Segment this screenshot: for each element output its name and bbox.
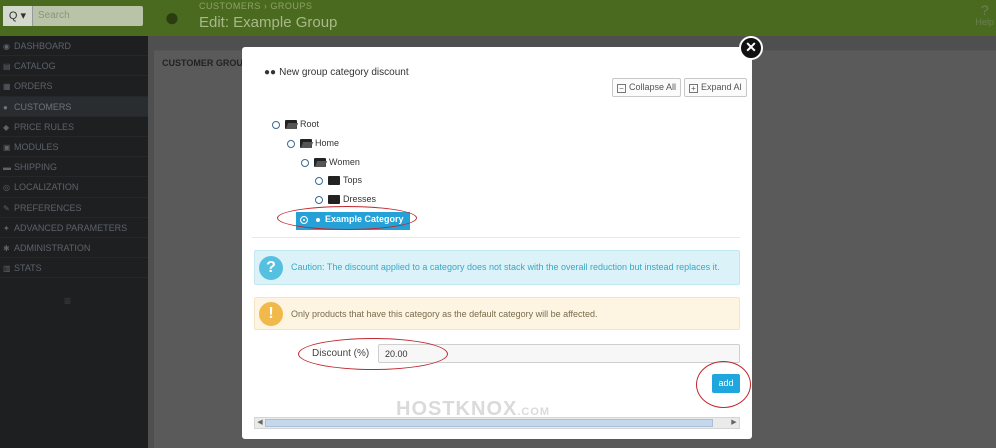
tree-node-label: Dresses <box>343 194 377 204</box>
tree-node-label: Home <box>315 138 340 148</box>
horizontal-scrollbar[interactable]: ◀ ▶ <box>254 417 740 429</box>
tree-node-label: Example Category <box>325 214 404 224</box>
folder-open-icon <box>285 120 297 130</box>
folder-icon <box>328 176 340 186</box>
sidebar-item-label: LOCALIZATION <box>14 182 79 193</box>
tree-node-dresses[interactable]: Dresses <box>315 194 376 210</box>
advanced-parameters-icon: ✦ <box>3 223 10 233</box>
expand-all-label: Expand Al <box>701 82 742 92</box>
tree-node-home[interactable]: Home <box>287 138 339 154</box>
breadcrumb[interactable]: CUSTOMERS › GROUPS <box>199 1 312 11</box>
radio-root[interactable] <box>272 120 280 129</box>
scroll-right-icon[interactable]: ▶ <box>729 418 739 428</box>
sidebar-item-label: DASHBOARD <box>14 41 72 51</box>
sidebar-item-label: STATS <box>14 263 42 274</box>
sidebar-item-orders[interactable]: ▦ ORDERS <box>0 76 148 97</box>
help-icon: ? <box>980 2 989 18</box>
sidebar-item-advanced-parameters[interactable]: ✦ ADVANCED PARAMETERS <box>0 218 148 238</box>
page-title: Edit: Example Group <box>199 14 338 31</box>
sidebar-item-catalog[interactable]: ▤ CATALOG <box>0 56 148 77</box>
sidebar-item-modules[interactable]: ▣ MODULES <box>0 137 148 158</box>
scroll-thumb[interactable] <box>265 419 713 427</box>
collapse-icon: − <box>617 84 626 93</box>
radio-home[interactable] <box>287 139 295 148</box>
exclamation-icon: ! <box>259 302 283 326</box>
tree-node-women[interactable]: Women <box>301 157 360 173</box>
sidebar-item-label: PREFERENCES <box>14 202 82 213</box>
radio-tops[interactable] <box>315 176 323 185</box>
sidebar-item-administration[interactable]: ✱ ADMINISTRATION <box>0 238 148 259</box>
help-label: Help <box>975 17 994 27</box>
scroll-left-icon[interactable]: ◀ <box>255 418 265 428</box>
info-alert: ? Caution: The discount applied to a cat… <box>254 250 740 285</box>
sidebar-item-stats[interactable]: ▥ STATS <box>0 258 148 279</box>
category-tree: Root Home Women Tops Dresses Example Cat… <box>252 102 740 238</box>
selected-dot-icon <box>316 217 320 222</box>
tree-node-example-category[interactable]: Example Category <box>296 212 410 230</box>
sidebar: ◉ DASHBOARD ▤ CATALOG ▦ ORDERS ● CUSTOMERS ◆… <box>0 36 148 448</box>
category-discount-modal: ●● New group category discount − Collapse … <box>242 47 752 439</box>
radio-women[interactable] <box>301 158 309 167</box>
sidebar-item-preferences[interactable]: ✎ PREFERENCES <box>0 198 148 218</box>
expand-icon: + <box>689 84 698 93</box>
customers-group-icon: ● <box>164 2 180 32</box>
sidebar-item-localization[interactable]: ◎ LOCALIZATION <box>0 177 148 198</box>
sidebar-item-price-rules[interactable]: ◆ PRICE RULES <box>0 117 148 137</box>
sidebar-item-label: ADMINISTRATION <box>14 242 91 253</box>
modal-title: ●● New group category discount <box>264 67 409 78</box>
folder-open-icon <box>300 139 312 149</box>
shipping-icon: ▬ <box>3 163 11 173</box>
radio-dresses[interactable] <box>315 195 323 204</box>
tree-node-label: Women <box>329 157 360 167</box>
sidebar-item-dashboard[interactable]: ◉ DASHBOARD <box>0 36 148 57</box>
tree-node-tops[interactable]: Tops <box>315 175 362 191</box>
warning-alert: ! Only products that have this category … <box>254 297 740 330</box>
warning-alert-text: Only products that have this category as… <box>291 309 598 319</box>
collapse-all-button[interactable]: − Collapse All <box>612 78 682 97</box>
expand-all-button[interactable]: + Expand Al <box>684 78 747 97</box>
sidebar-item-label: MODULES <box>14 141 59 152</box>
discount-input[interactable] <box>378 344 740 363</box>
sidebar-item-customers[interactable]: ● CUSTOMERS <box>0 96 148 117</box>
sidebar-item-label: SHIPPING <box>14 162 58 173</box>
add-button[interactable]: add <box>712 374 740 393</box>
modal-title-text: New group category discount <box>279 67 409 78</box>
price-rules-icon: ◆ <box>3 122 10 132</box>
sidebar-collapse-icon[interactable]: ≡ <box>64 294 71 308</box>
close-modal-button[interactable]: ✕ <box>739 36 763 60</box>
help-link[interactable]: ? Help <box>975 3 994 27</box>
modules-icon: ▣ <box>3 142 11 152</box>
catalog-icon: ▤ <box>3 62 11 72</box>
search-input[interactable]: Search <box>38 10 70 21</box>
top-header-bar: Q ▾ Search ● CUSTOMERS › GROUPS Edit: Ex… <box>0 0 996 36</box>
sidebar-item-shipping[interactable]: ▬ SHIPPING <box>0 157 148 178</box>
sidebar-item-label: PRICE RULES <box>14 121 75 132</box>
tree-node-label: Tops <box>343 175 363 185</box>
folder-icon <box>328 195 340 205</box>
collapse-all-label: Collapse All <box>629 82 677 92</box>
tree-node-root[interactable]: Root <box>272 119 319 135</box>
sidebar-item-label: ORDERS <box>14 81 53 92</box>
tree-node-label: Root <box>300 119 320 129</box>
localization-icon: ◎ <box>3 183 10 193</box>
preferences-icon: ✎ <box>3 203 10 213</box>
dashboard-icon: ◉ <box>3 42 10 51</box>
folder-open-icon <box>314 158 326 168</box>
sidebar-item-label: CUSTOMERS <box>14 101 72 112</box>
radio-example-category-checked[interactable] <box>300 215 308 224</box>
customers-icon: ● <box>3 102 8 112</box>
stats-icon: ▥ <box>3 264 11 274</box>
orders-icon: ▦ <box>3 82 11 92</box>
search-box[interactable]: Q ▾ Search <box>3 6 143 26</box>
sidebar-item-label: ADVANCED PARAMETERS <box>14 222 128 233</box>
question-icon: ? <box>259 256 283 280</box>
discount-label: Discount (%) <box>312 348 370 359</box>
administration-icon: ✱ <box>3 243 10 253</box>
users-icon: ●● <box>264 67 277 78</box>
search-button[interactable]: Q ▾ <box>3 6 33 26</box>
sidebar-item-label: CATALOG <box>14 61 56 72</box>
info-alert-text: Caution: The discount applied to a categ… <box>291 262 720 272</box>
panel-heading: CUSTOMER GROU <box>162 58 243 68</box>
